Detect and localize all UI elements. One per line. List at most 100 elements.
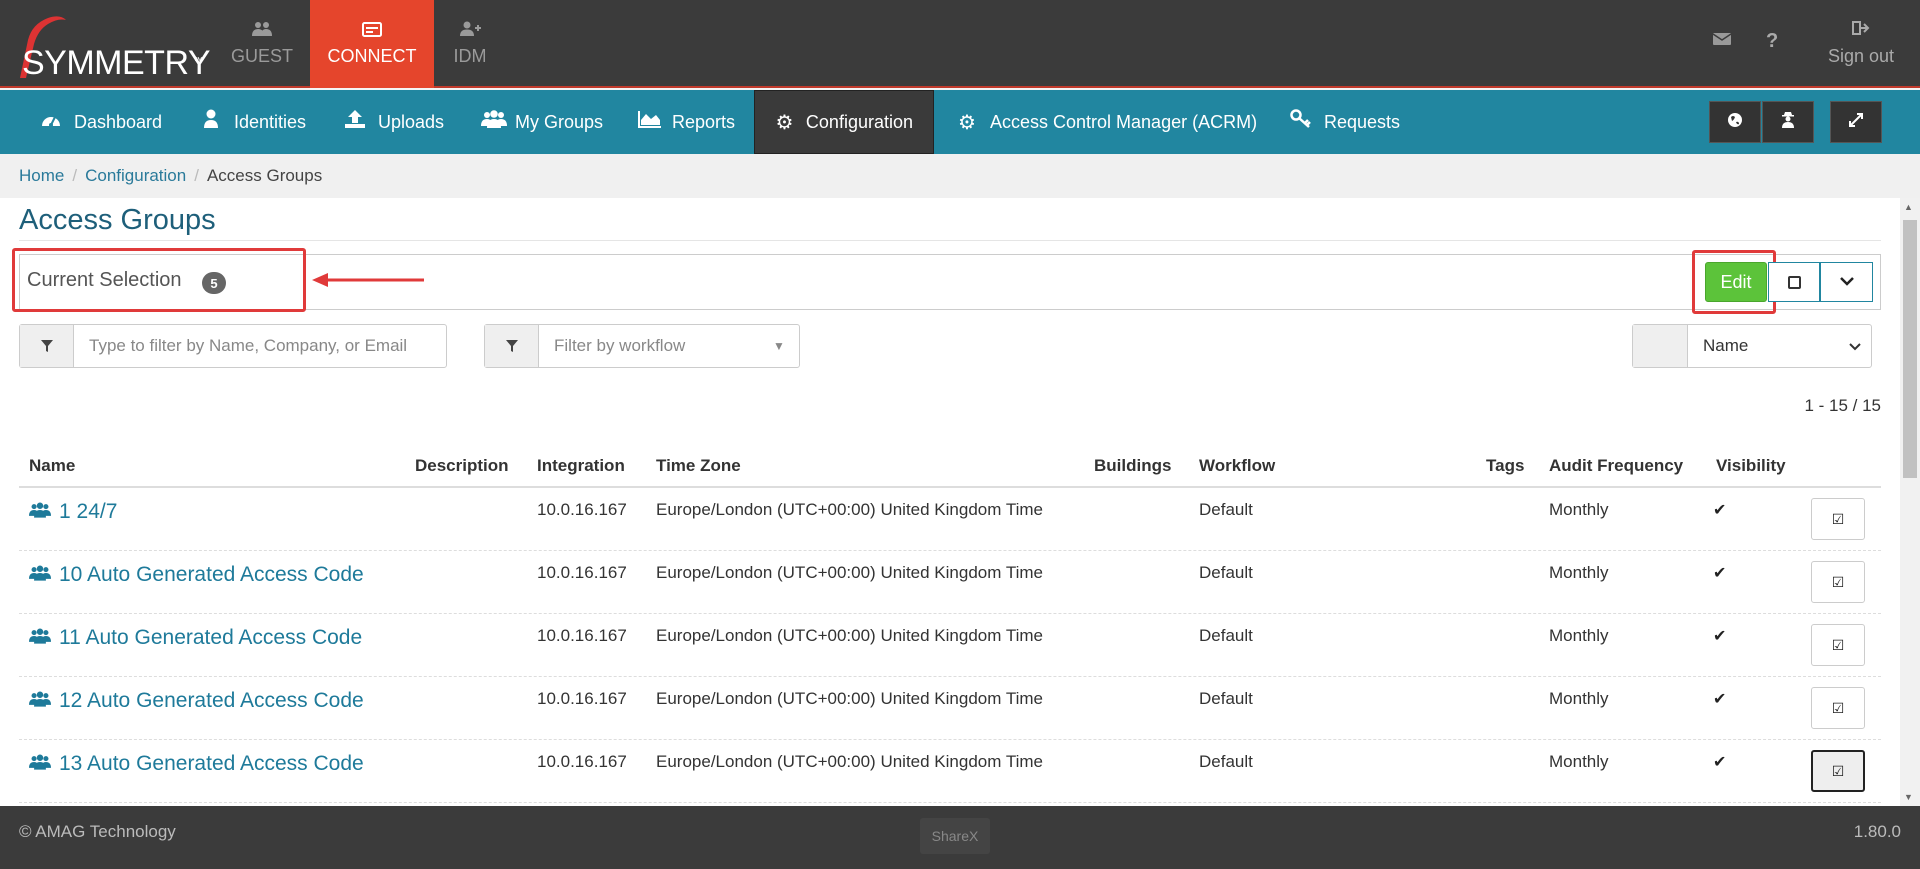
sort-select[interactable]: Name bbox=[1632, 324, 1872, 368]
workflow-cell: Default bbox=[1199, 500, 1253, 519]
col-tags[interactable]: Tags bbox=[1486, 456, 1524, 476]
nav-reports[interactable]: Reports bbox=[638, 90, 735, 154]
table-row: 1 24/7 10.0.16.167 Europe/London (UTC+00… bbox=[19, 488, 1881, 551]
nav-identities[interactable]: Identities bbox=[200, 90, 306, 154]
gear-icon: ⚙ bbox=[775, 111, 794, 134]
table-header: Name Description Integration Time Zone B… bbox=[19, 444, 1881, 488]
group-icon bbox=[29, 565, 51, 586]
row-select-button[interactable]: ☑ bbox=[1811, 624, 1865, 666]
workflow-cell: Default bbox=[1199, 752, 1253, 771]
audit-frequency-cell: Monthly bbox=[1549, 563, 1609, 582]
group-icon bbox=[29, 628, 51, 649]
check-square-icon: ☑ bbox=[1831, 636, 1845, 653]
main-content: Access Groups Current Selection 5 Edit T… bbox=[0, 198, 1900, 806]
col-workflow[interactable]: Workflow bbox=[1199, 456, 1275, 476]
logo-text: SYMMETRY bbox=[22, 44, 211, 82]
scroll-down-arrow-icon[interactable]: ▼ bbox=[1904, 792, 1913, 802]
signout-button[interactable]: Sign out bbox=[1828, 0, 1894, 88]
caret-down-icon: ▼ bbox=[773, 339, 785, 353]
audit-frequency-cell: Monthly bbox=[1549, 689, 1609, 708]
check-square-icon: ☑ bbox=[1831, 762, 1845, 779]
col-name[interactable]: Name bbox=[29, 456, 75, 476]
table-row: 10 Auto Generated Access Code 10.0.16.16… bbox=[19, 551, 1881, 614]
group-name-link[interactable]: 1 24/7 bbox=[29, 500, 117, 524]
nav-configuration[interactable]: ⚙ Configuration bbox=[754, 90, 934, 154]
app-tab-connect[interactable]: CONNECT bbox=[310, 0, 434, 88]
row-select-button[interactable]: ☑ bbox=[1811, 561, 1865, 603]
visibility-check-icon: ✔ bbox=[1713, 502, 1727, 519]
users-icon bbox=[251, 21, 273, 40]
globe-icon bbox=[1727, 112, 1743, 133]
col-integration[interactable]: Integration bbox=[537, 456, 625, 476]
audit-frequency-cell: Monthly bbox=[1549, 752, 1609, 771]
expand-icon bbox=[1848, 112, 1864, 133]
scrollbar-thumb[interactable] bbox=[1903, 220, 1917, 478]
row-select-button[interactable]: ☑ bbox=[1811, 750, 1865, 792]
check-square-icon: ☑ bbox=[1831, 573, 1845, 590]
col-time-zone[interactable]: Time Zone bbox=[656, 456, 741, 476]
logo-trademark: ™ bbox=[193, 56, 203, 67]
filter-icon bbox=[20, 325, 74, 367]
top-bar: SYMMETRY ™ GUEST CONNECT IDM ? Sign out bbox=[0, 0, 1920, 88]
group-icon bbox=[29, 502, 51, 523]
app-tab-idm[interactable]: IDM bbox=[440, 0, 500, 88]
copyright: © AMAG Technology bbox=[19, 822, 176, 841]
help-icon[interactable]: ? bbox=[1766, 30, 1778, 53]
name-filter-input[interactable]: Type to filter by Name, Company, or Emai… bbox=[74, 325, 446, 367]
globe-button[interactable] bbox=[1709, 101, 1761, 143]
nav-label: Identities bbox=[234, 111, 307, 132]
actions-dropdown-button[interactable] bbox=[1820, 262, 1873, 302]
symmetry-logo[interactable]: SYMMETRY ™ bbox=[8, 6, 211, 84]
access-groups-table: Name Description Integration Time Zone B… bbox=[19, 444, 1881, 803]
time-zone-cell: Europe/London (UTC+00:00) United Kingdom… bbox=[656, 626, 1043, 645]
nav-label: Requests bbox=[1324, 111, 1401, 132]
integration-cell: 10.0.16.167 bbox=[537, 689, 627, 708]
annotation-highlight-selection bbox=[12, 248, 306, 312]
nav-acrm[interactable]: ⚙ Access Control Manager (ACRM) bbox=[956, 90, 1257, 154]
group-name: 13 Auto Generated Access Code bbox=[59, 752, 364, 775]
app-tab-label: IDM bbox=[453, 46, 487, 66]
time-zone-cell: Europe/London (UTC+00:00) United Kingdom… bbox=[656, 689, 1043, 708]
group-icon bbox=[29, 691, 51, 712]
col-visibility[interactable]: Visibility bbox=[1716, 456, 1786, 476]
id-card-icon bbox=[362, 21, 382, 40]
workflow-filter-select[interactable]: Filter by workflow bbox=[539, 325, 759, 367]
filter-icon bbox=[485, 325, 539, 367]
group-name-link[interactable]: 12 Auto Generated Access Code bbox=[29, 689, 364, 713]
group-name-link[interactable]: 11 Auto Generated Access Code bbox=[29, 626, 362, 650]
app-tab-guest[interactable]: GUEST bbox=[222, 0, 302, 88]
footer: © AMAG Technology ShareX 1.80.0 bbox=[0, 806, 1920, 869]
breadcrumb-configuration[interactable]: Configuration bbox=[85, 166, 186, 186]
col-audit-frequency[interactable]: Audit Frequency bbox=[1549, 456, 1683, 476]
fullscreen-button[interactable] bbox=[1830, 101, 1882, 143]
select-all-toggle[interactable] bbox=[1768, 262, 1820, 302]
breadcrumb: Home / Configuration / Access Groups bbox=[0, 154, 1920, 198]
incognito-button[interactable] bbox=[1762, 101, 1814, 143]
integration-cell: 10.0.16.167 bbox=[537, 563, 627, 582]
col-description[interactable]: Description bbox=[415, 456, 509, 476]
table-row: 12 Auto Generated Access Code 10.0.16.16… bbox=[19, 677, 1881, 740]
sort-addon bbox=[1633, 325, 1688, 367]
group-name-link[interactable]: 13 Auto Generated Access Code bbox=[29, 752, 364, 776]
nav-requests[interactable]: Requests bbox=[1290, 90, 1400, 154]
envelope-icon[interactable] bbox=[1712, 30, 1732, 53]
row-select-button[interactable]: ☑ bbox=[1811, 687, 1865, 729]
nav-my-groups[interactable]: My Groups bbox=[481, 90, 603, 154]
time-zone-cell: Europe/London (UTC+00:00) United Kingdom… bbox=[656, 500, 1043, 519]
group-name-link[interactable]: 10 Auto Generated Access Code bbox=[29, 563, 364, 587]
nav-dashboard[interactable]: Dashboard bbox=[40, 90, 162, 154]
app-tab-label: CONNECT bbox=[327, 45, 417, 66]
edit-button[interactable]: Edit bbox=[1705, 262, 1767, 302]
key-icon bbox=[1290, 109, 1312, 135]
group-name: 1 24/7 bbox=[59, 500, 118, 523]
nav-label: Configuration bbox=[805, 111, 913, 132]
vertical-scrollbar[interactable]: ▲ ▼ bbox=[1900, 198, 1920, 806]
row-select-button[interactable]: ☑ bbox=[1811, 498, 1865, 540]
nav-uploads[interactable]: Uploads bbox=[344, 90, 444, 154]
col-buildings[interactable]: Buildings bbox=[1094, 456, 1171, 476]
breadcrumb-home[interactable]: Home bbox=[19, 166, 64, 186]
user-secret-icon bbox=[1781, 111, 1795, 134]
sort-value: Name bbox=[1703, 336, 1749, 355]
time-zone-cell: Europe/London (UTC+00:00) United Kingdom… bbox=[656, 563, 1043, 582]
scroll-up-arrow-icon[interactable]: ▲ bbox=[1904, 202, 1913, 212]
